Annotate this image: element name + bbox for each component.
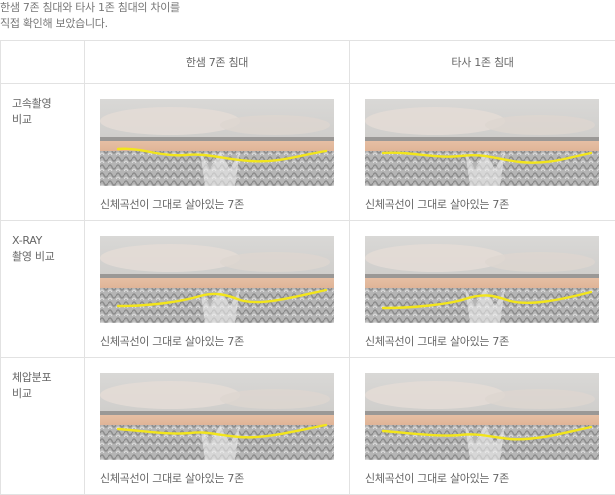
mattress-cross-section-image (100, 99, 334, 186)
image-caption: 신체곡선이 그대로 살아있는 7존 (365, 198, 509, 211)
row-label-line: X-RAY (12, 234, 43, 247)
header-corner-cell (0, 40, 85, 84)
comparison-cell: 신체곡선이 그대로 살아있는 7존 (349, 83, 615, 221)
comparison-table: 한샘 7존 침대 타사 1존 침대 고속촬영 비교 신체곡선이 그대로 살아있는… (0, 40, 615, 495)
table-row: 체압분포 비교 신체곡선이 그대로 살아있는 7존 신체곡선이 그대로 살아있는… (0, 357, 615, 495)
row-label-line: 고속촬영 (12, 97, 52, 110)
row-label-cell: X-RAY 촬영 비교 (0, 220, 85, 358)
mattress-cross-section-image (365, 99, 599, 186)
comparison-cell: 신체곡선이 그대로 살아있는 7존 (349, 220, 615, 358)
row-label-line: 체압분포 (12, 371, 52, 384)
image-caption: 신체곡선이 그대로 살아있는 7존 (365, 472, 509, 485)
column-header-hanssem: 한샘 7존 침대 (84, 40, 350, 84)
column-header-other: 타사 1존 침대 (349, 40, 615, 84)
header-row: 한샘 7존 침대 타사 1존 침대 (0, 40, 615, 84)
image-caption: 신체곡선이 그대로 살아있는 7존 (100, 198, 244, 211)
row-label: 고속촬영 비교 (1, 84, 84, 128)
intro-line-1: 한샘 7존 침대와 타사 1존 침대의 차이를 (0, 1, 180, 14)
mattress-cross-section-image (100, 236, 334, 323)
row-label-cell: 체압분포 비교 (0, 357, 85, 495)
mattress-cross-section-image (365, 236, 599, 323)
table-row: 고속촬영 비교 신체곡선이 그대로 살아있는 7존 신체곡선이 그대로 살아있는… (0, 83, 615, 221)
image-caption: 신체곡선이 그대로 살아있는 7존 (100, 335, 244, 348)
intro-line-2: 직접 확인해 보았습니다. (0, 17, 108, 30)
comparison-cell: 신체곡선이 그대로 살아있는 7존 (84, 220, 350, 358)
intro-text: 한샘 7존 침대와 타사 1존 침대의 차이를 직접 확인해 보았습니다. (0, 0, 615, 32)
row-label: X-RAY 촬영 비교 (1, 221, 84, 265)
table-row: X-RAY 촬영 비교 신체곡선이 그대로 살아있는 7존 신체곡선이 그대로 … (0, 220, 615, 358)
comparison-cell: 신체곡선이 그대로 살아있는 7존 (349, 357, 615, 495)
comparison-cell: 신체곡선이 그대로 살아있는 7존 (84, 83, 350, 221)
mattress-cross-section-image (365, 373, 599, 460)
image-caption: 신체곡선이 그대로 살아있는 7존 (100, 472, 244, 485)
image-caption: 신체곡선이 그대로 살아있는 7존 (365, 335, 509, 348)
row-label-line: 비교 (12, 113, 32, 126)
row-label: 체압분포 비교 (1, 358, 84, 402)
mattress-cross-section-image (100, 373, 334, 460)
row-label-line: 비교 (12, 387, 32, 400)
comparison-cell: 신체곡선이 그대로 살아있는 7존 (84, 357, 350, 495)
row-label-line: 촬영 비교 (12, 250, 55, 263)
row-label-cell: 고속촬영 비교 (0, 83, 85, 221)
